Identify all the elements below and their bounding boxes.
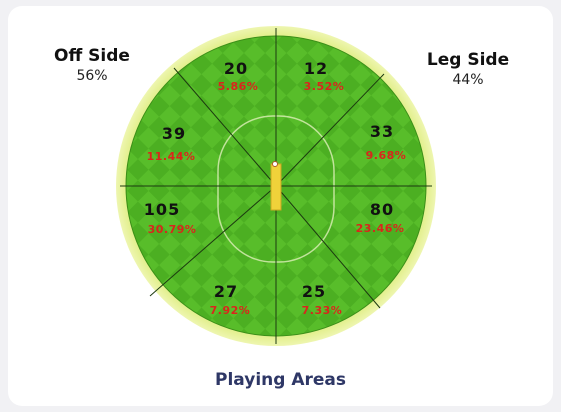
zone-runs: 105 — [144, 200, 180, 219]
zone-runs: 33 — [370, 122, 394, 141]
zone-runs: 25 — [302, 282, 326, 301]
zone-percent: 3.52% — [304, 80, 345, 93]
cricket-field-diagram: 20 5.86% 12 3.52% 33 9.68% 80 23.46% 25 … — [116, 26, 436, 346]
zone-runs: 27 — [214, 282, 238, 301]
zone-percent: 7.92% — [210, 304, 251, 317]
zone-percent: 5.86% — [218, 80, 259, 93]
pitch-strip — [270, 163, 282, 211]
zone-runs: 39 — [162, 124, 186, 143]
zone-runs: 20 — [224, 59, 248, 78]
zone-percent: 30.79% — [148, 223, 197, 236]
playing-areas-title: Playing Areas — [215, 370, 346, 390]
zone-runs: 80 — [370, 200, 394, 219]
ball-icon — [272, 161, 278, 167]
zone-percent: 9.68% — [366, 149, 407, 162]
zone-percent: 7.33% — [302, 304, 343, 317]
zone-percent: 23.46% — [356, 222, 405, 235]
zone-runs: 12 — [304, 59, 328, 78]
zone-percent: 11.44% — [147, 150, 196, 163]
